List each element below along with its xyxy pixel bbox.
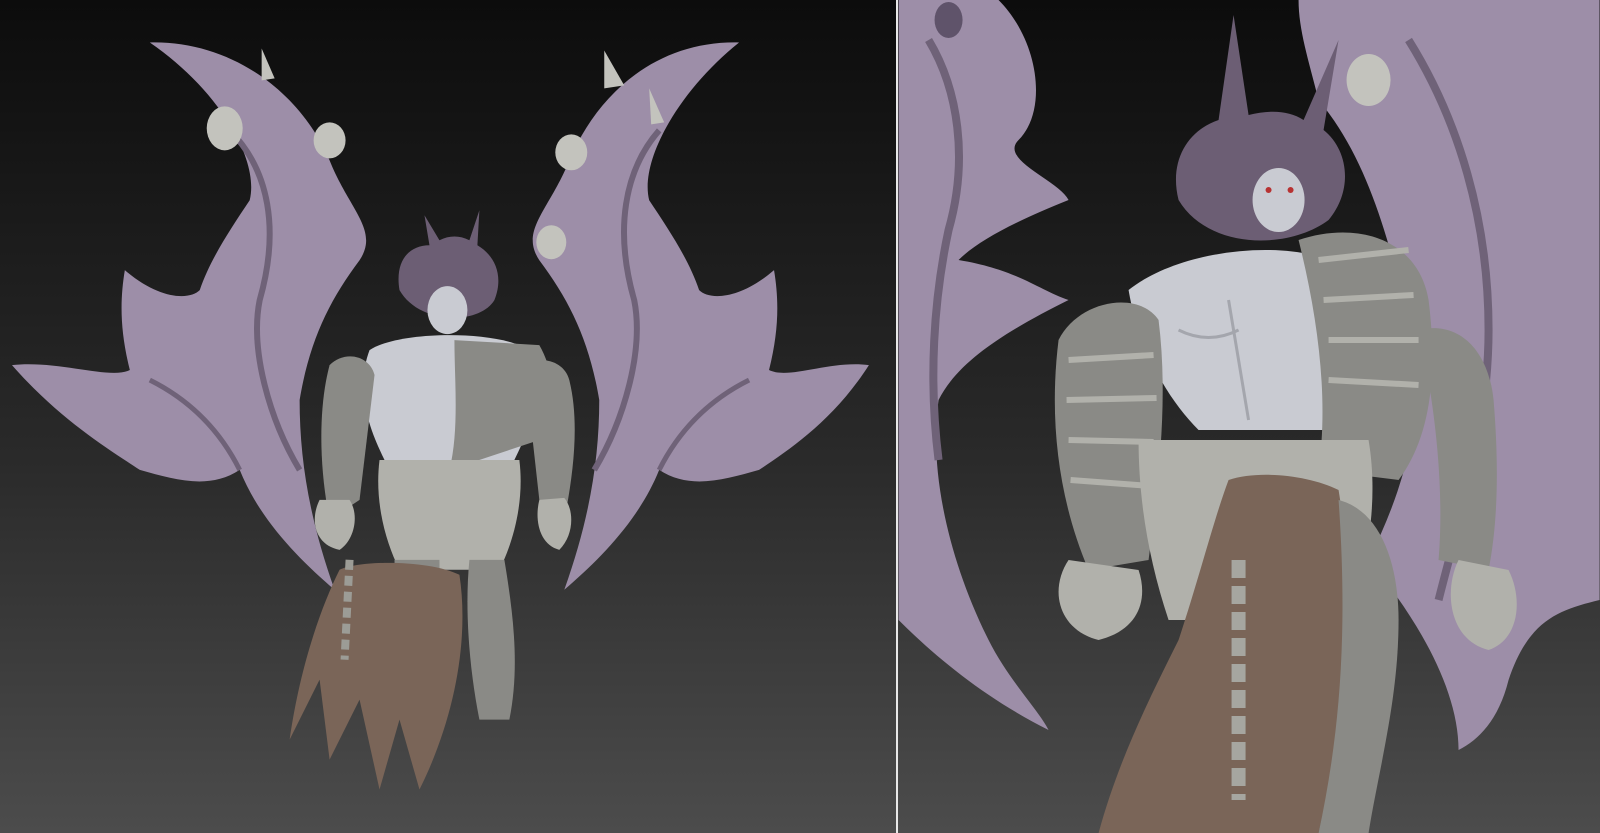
full-body-view-panel [0, 0, 896, 833]
demon-close-up-render [898, 0, 1600, 833]
sculpt-comparison [0, 0, 1600, 833]
close-up-view-panel [897, 0, 1600, 833]
close-up-left-wing [898, 0, 1069, 730]
demon-full-body-render [11, 42, 869, 790]
right-wing [532, 42, 869, 590]
left-wing [11, 42, 367, 590]
